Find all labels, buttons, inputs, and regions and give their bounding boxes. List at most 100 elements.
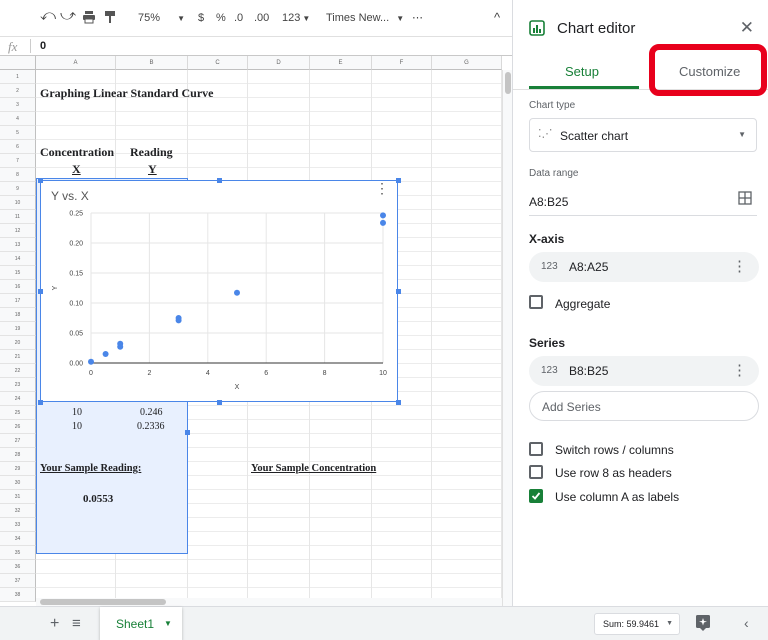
cell-b25[interactable]: 0.2336	[137, 421, 165, 432]
decrease-decimal-button[interactable]: .0	[234, 10, 243, 26]
cell-title[interactable]: Graphing Linear Standard Curve	[40, 86, 213, 101]
row-header-29[interactable]: 29	[0, 462, 36, 476]
cell-sample-concentration-label[interactable]: Your Sample Concentration	[251, 463, 376, 474]
row-header-38[interactable]: 38	[0, 588, 36, 602]
fill-handle[interactable]	[185, 430, 190, 435]
row-header-37[interactable]: 37	[0, 574, 36, 588]
row-header-33[interactable]: 33	[0, 518, 36, 532]
column-header-g[interactable]: G	[432, 56, 502, 70]
horizontal-scroll-thumb[interactable]	[40, 599, 166, 605]
row-header-7[interactable]: 7	[0, 154, 36, 168]
column-header-b[interactable]: B	[116, 56, 188, 70]
row-header-15[interactable]: 15	[0, 266, 36, 280]
row-header-32[interactable]: 32	[0, 504, 36, 518]
collapse-toolbar-icon[interactable]: ^	[494, 10, 500, 26]
resize-handle[interactable]	[396, 178, 401, 183]
data-range-input[interactable]: A8:B25	[529, 195, 568, 209]
more-vert-icon[interactable]: ⋮	[732, 257, 747, 275]
all-sheets-icon[interactable]: ≡	[72, 615, 81, 632]
aggregate-checkbox[interactable]	[529, 295, 543, 309]
column-header-a[interactable]: A	[36, 56, 116, 70]
zoom-select[interactable]: 75% ▼	[138, 10, 185, 26]
row-header-3[interactable]: 3	[0, 98, 36, 112]
row-header-21[interactable]: 21	[0, 350, 36, 364]
row-header-16[interactable]: 16	[0, 280, 36, 294]
cell-y-label[interactable]: Y	[148, 162, 157, 177]
row-header-34[interactable]: 34	[0, 532, 36, 546]
row-header-17[interactable]: 17	[0, 294, 36, 308]
row-header-6[interactable]: 6	[0, 140, 36, 154]
column-header-e[interactable]: E	[310, 56, 372, 70]
resize-handle[interactable]	[396, 289, 401, 294]
switch-rows-columns-checkbox[interactable]	[529, 442, 543, 456]
undo-icon[interactable]: ⤺	[40, 8, 56, 24]
row-header-28[interactable]: 28	[0, 448, 36, 462]
vertical-scroll-thumb[interactable]	[505, 72, 511, 94]
currency-button[interactable]: $	[198, 10, 204, 26]
select-all-corner[interactable]	[0, 56, 36, 70]
row-header-5[interactable]: 5	[0, 126, 36, 140]
column-header-c[interactable]: C	[188, 56, 248, 70]
more-vert-icon[interactable]: ⋮	[732, 361, 747, 379]
print-icon[interactable]	[82, 10, 96, 26]
x-axis-range-chip[interactable]: 123 A8:A25 ⋮	[529, 252, 759, 282]
scatter-chart[interactable]: Y vs. X ⋮ 0 2 4 6 8 10 0.00 0.05 0.10 0.15 0.20 0.2…	[38, 178, 401, 405]
grid-select-icon[interactable]	[738, 191, 752, 210]
chart-type-select[interactable]: ⁚⋰ Scatter chart ▼	[529, 118, 757, 152]
resize-handle[interactable]	[38, 400, 43, 405]
add-series-button[interactable]: Add Series	[529, 391, 759, 421]
vertical-scrollbar[interactable]	[502, 70, 512, 606]
close-icon[interactable]: ✕	[740, 18, 754, 38]
row-header-10[interactable]: 10	[0, 196, 36, 210]
row-header-25[interactable]: 25	[0, 406, 36, 420]
paint-format-icon[interactable]	[104, 10, 116, 26]
row-header-1[interactable]: 1	[0, 70, 36, 84]
cell-concentration-header[interactable]: Concentration	[40, 145, 114, 160]
tab-setup[interactable]: Setup	[565, 64, 599, 79]
row-header-19[interactable]: 19	[0, 322, 36, 336]
column-header-d[interactable]: D	[248, 56, 310, 70]
use-column-labels-checkbox[interactable]	[529, 489, 543, 503]
row-header-20[interactable]: 20	[0, 336, 36, 350]
resize-handle[interactable]	[217, 400, 222, 405]
row-header-23[interactable]: 23	[0, 378, 36, 392]
resize-handle[interactable]	[217, 178, 222, 183]
formula-input[interactable]: 0	[40, 40, 46, 52]
use-row-headers-checkbox[interactable]	[529, 465, 543, 479]
row-header-18[interactable]: 18	[0, 308, 36, 322]
horizontal-scrollbar[interactable]	[36, 598, 502, 606]
column-header-f[interactable]: F	[372, 56, 432, 70]
more-options-button[interactable]: ⋯	[412, 10, 423, 26]
cell-reading-header[interactable]: Reading	[130, 145, 173, 160]
row-header-22[interactable]: 22	[0, 364, 36, 378]
explore-icon[interactable]	[696, 615, 710, 636]
row-header-30[interactable]: 30	[0, 476, 36, 490]
row-header-11[interactable]: 11	[0, 210, 36, 224]
resize-handle[interactable]	[38, 289, 43, 294]
sheet-tab[interactable]: Sheet1 ▼	[100, 607, 182, 640]
row-header-12[interactable]: 12	[0, 224, 36, 238]
row-header-24[interactable]: 24	[0, 392, 36, 406]
row-header-36[interactable]: 36	[0, 560, 36, 574]
row-header-4[interactable]: 4	[0, 112, 36, 126]
sum-display[interactable]: Sum: 59.9461 ▼	[594, 613, 680, 635]
row-header-8[interactable]: 8	[0, 168, 36, 182]
font-select[interactable]: Times New... ▼	[326, 10, 404, 26]
row-header-27[interactable]: 27	[0, 434, 36, 448]
row-header-31[interactable]: 31	[0, 490, 36, 504]
series-range-chip[interactable]: 123 B8:B25 ⋮	[529, 356, 759, 386]
resize-handle[interactable]	[38, 178, 43, 183]
add-sheet-icon[interactable]: +	[50, 615, 59, 633]
percent-button[interactable]: %	[216, 10, 226, 26]
redo-icon[interactable]: ⤻	[60, 8, 76, 24]
row-header-2[interactable]: 2	[0, 84, 36, 98]
cell-sample-reading-label[interactable]: Your Sample Reading:	[40, 463, 141, 474]
increase-decimal-button[interactable]: .00	[254, 10, 269, 26]
cell-a25[interactable]: 10	[72, 421, 82, 432]
cell-a24[interactable]: 10	[72, 407, 82, 418]
cell-b24[interactable]: 0.246	[140, 407, 163, 418]
number-format-select[interactable]: 123 ▼	[282, 10, 310, 26]
collapse-side-panel-icon[interactable]: ‹	[744, 615, 749, 631]
cell-x-label[interactable]: X	[72, 162, 81, 177]
row-header-26[interactable]: 26	[0, 420, 36, 434]
